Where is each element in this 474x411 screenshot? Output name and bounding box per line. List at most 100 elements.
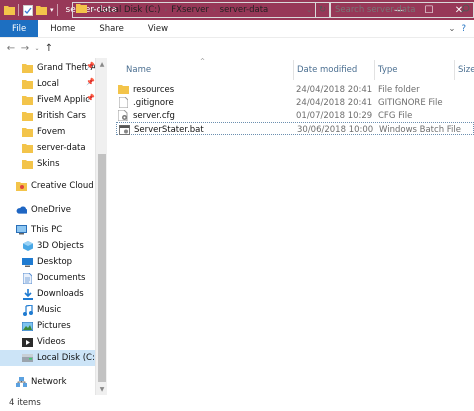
search-input[interactable] bbox=[335, 5, 460, 15]
location-folder-icon bbox=[76, 4, 87, 16]
batch-file-icon bbox=[119, 124, 130, 135]
nav-item-quick-access-2[interactable]: FiveM Applic 📌 bbox=[22, 92, 95, 108]
cfg-file-icon bbox=[118, 110, 129, 121]
nav-item-music[interactable]: Music bbox=[22, 302, 95, 318]
nav-item-label: Skins bbox=[37, 159, 60, 169]
creative-cloud-icon bbox=[16, 181, 27, 192]
nav-item-label: OneDrive bbox=[31, 205, 71, 215]
column-header-type[interactable]: Type bbox=[378, 58, 398, 82]
navigation-pane: Grand Theft A 📌 Local 📌 FiveM Applic 📌 B… bbox=[0, 58, 95, 395]
file-name: ServerStater.bat bbox=[134, 124, 204, 135]
nav-item-desktop[interactable]: Desktop bbox=[22, 254, 95, 270]
item-count: 4 items bbox=[9, 398, 41, 408]
toolbar-separator bbox=[18, 4, 19, 16]
refresh-button[interactable]: ↻ bbox=[316, 2, 330, 18]
nav-item-quick-access-3[interactable]: British Cars bbox=[22, 108, 95, 124]
nav-item-quick-access-6[interactable]: Skins bbox=[22, 156, 95, 172]
sort-ascending-icon: ^ bbox=[200, 58, 206, 65]
tab-view[interactable]: View bbox=[136, 20, 180, 37]
address-bar[interactable]: « Local Disk (C:) › FXserver › server-da… bbox=[72, 2, 316, 18]
up-icon[interactable]: ↑ bbox=[42, 41, 56, 55]
file-type: CFG File bbox=[378, 110, 413, 121]
nav-item-label: British Cars bbox=[37, 111, 86, 121]
file-date: 01/07/2018 10:29 bbox=[296, 110, 373, 121]
pin-icon[interactable]: 📌 bbox=[86, 94, 95, 102]
new-folder-icon[interactable] bbox=[36, 5, 47, 16]
chevron-right-icon[interactable]: › bbox=[213, 6, 216, 14]
scroll-up-icon[interactable]: ▲ bbox=[96, 58, 108, 70]
address-row: ← → ⌄ ↑ bbox=[0, 38, 474, 58]
folder-icon bbox=[22, 143, 33, 154]
documents-icon bbox=[22, 272, 33, 284]
nav-item-network[interactable]: Network bbox=[16, 374, 95, 390]
file-date: 24/04/2018 20:41 bbox=[296, 97, 373, 108]
file-row[interactable]: ServerStater.bat 30/06/2018 10:00 Window… bbox=[116, 122, 474, 135]
nav-item-label: This PC bbox=[31, 225, 63, 235]
drive-icon bbox=[22, 353, 33, 364]
chevron-right-icon[interactable]: › bbox=[164, 6, 167, 14]
ribbon-tabs: File Home Share View ⌄ ? bbox=[0, 20, 474, 38]
file-name: resources bbox=[133, 84, 175, 95]
pin-icon[interactable]: 📌 bbox=[86, 78, 95, 86]
breadcrumb-server-data[interactable]: server-data bbox=[220, 5, 269, 15]
nav-item-documents[interactable]: Documents bbox=[22, 270, 95, 286]
address-dropdown-icon[interactable]: ⌄ bbox=[303, 6, 315, 14]
ribbon-right-controls: ⌄ ? bbox=[448, 20, 474, 37]
nav-item-quick-access-4[interactable]: Fovem bbox=[22, 124, 95, 140]
nav-item-label: Local Disk (C:) bbox=[37, 353, 95, 363]
customize-toolbar-dropdown[interactable]: ▾ bbox=[50, 6, 54, 14]
back-icon[interactable]: ← bbox=[4, 41, 18, 55]
nav-item-onedrive[interactable]: OneDrive bbox=[16, 202, 95, 218]
breadcrumb-overflow[interactable]: « bbox=[91, 6, 95, 14]
nav-item-quick-access-1[interactable]: Local 📌 bbox=[22, 76, 95, 92]
tab-share[interactable]: Share bbox=[87, 20, 136, 37]
status-bar: 4 items bbox=[0, 395, 474, 411]
column-header-date[interactable]: Date modified bbox=[297, 58, 357, 82]
file-row[interactable]: resources 24/04/2018 20:41 File folder bbox=[116, 83, 474, 96]
column-header-name[interactable]: Name bbox=[126, 58, 151, 82]
nav-item-3d-objects[interactable]: 3D Objects bbox=[22, 238, 95, 254]
nav-pane-scrollbar[interactable]: ▲ ▼ bbox=[95, 58, 107, 395]
nav-item-label: Fovem bbox=[37, 127, 66, 137]
refresh-icon: ↻ bbox=[318, 5, 327, 15]
column-divider[interactable] bbox=[454, 60, 455, 80]
3d-objects-icon bbox=[22, 241, 33, 252]
column-divider[interactable] bbox=[293, 60, 294, 80]
forward-icon[interactable]: → bbox=[18, 41, 32, 55]
nav-item-downloads[interactable]: Downloads bbox=[22, 286, 95, 302]
breadcrumb-local-disk[interactable]: Local Disk (C:) bbox=[99, 5, 160, 15]
column-divider[interactable] bbox=[374, 60, 375, 80]
expand-ribbon-icon[interactable]: ⌄ bbox=[448, 24, 455, 34]
quick-access-toolbar: ▾ bbox=[0, 4, 58, 16]
nav-item-label: Documents bbox=[37, 273, 86, 283]
file-row[interactable]: .gitignore 24/04/2018 20:41 GITIGNORE Fi… bbox=[116, 96, 474, 109]
nav-item-videos[interactable]: Videos bbox=[22, 334, 95, 350]
properties-icon[interactable] bbox=[22, 4, 33, 16]
nav-item-quick-access-0[interactable]: Grand Theft A 📌 bbox=[22, 60, 95, 76]
breadcrumb-fxserver[interactable]: FXserver bbox=[171, 5, 209, 15]
tab-home[interactable]: Home bbox=[38, 20, 87, 37]
nav-item-pictures[interactable]: Pictures bbox=[22, 318, 95, 334]
tab-file[interactable]: File bbox=[0, 20, 39, 37]
recent-locations-icon[interactable]: ⌄ bbox=[32, 41, 42, 55]
nav-item-local-disk[interactable]: Local Disk (C:) bbox=[0, 350, 95, 366]
nav-item-label: Local bbox=[37, 79, 60, 89]
help-icon[interactable]: ? bbox=[461, 24, 466, 34]
nav-item-this-pc[interactable]: This PC bbox=[16, 222, 95, 238]
folder-icon bbox=[4, 5, 15, 16]
file-type: Windows Batch File bbox=[379, 124, 462, 135]
scroll-down-icon[interactable]: ▼ bbox=[96, 383, 108, 395]
search-box[interactable] bbox=[330, 2, 474, 18]
nav-item-quick-access-5[interactable]: server-data bbox=[22, 140, 95, 156]
file-row[interactable]: server.cfg 01/07/2018 10:29 CFG File bbox=[116, 109, 474, 122]
pin-icon[interactable]: 📌 bbox=[86, 62, 95, 70]
pictures-icon bbox=[22, 321, 33, 332]
scrollbar-thumb[interactable] bbox=[98, 154, 106, 382]
column-header-size[interactable]: Size bbox=[458, 58, 474, 82]
nav-item-creative-cloud[interactable]: Creative Cloud Fil bbox=[16, 178, 95, 194]
nav-item-label: Downloads bbox=[37, 289, 84, 299]
folder-icon bbox=[22, 159, 33, 170]
onedrive-icon bbox=[16, 205, 27, 216]
nav-item-label: Desktop bbox=[37, 257, 73, 267]
network-icon bbox=[16, 377, 27, 388]
